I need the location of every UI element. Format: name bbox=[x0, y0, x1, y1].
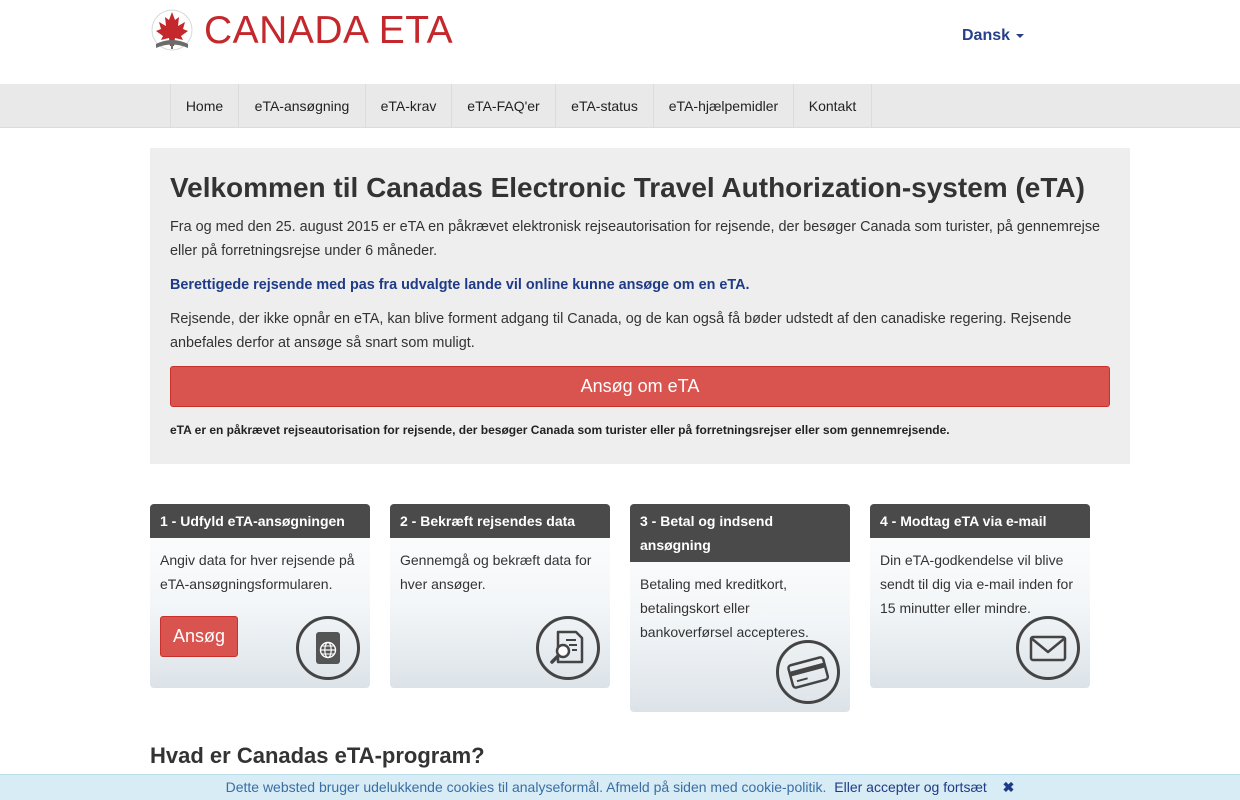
step-title: 3 - Betal og indsend ansøgning bbox=[630, 504, 850, 562]
step-card-3: 3 - Betal og indsend ansøgning Betaling … bbox=[630, 504, 850, 712]
step-title: 1 - Udfyld eTA-ansøgningen bbox=[150, 504, 370, 538]
eligibility-highlight: Berettigede rejsende med pas fra udvalgt… bbox=[170, 277, 750, 294]
step-card-2: 2 - Bekræft rejsendes data Gennemgå og b… bbox=[390, 504, 610, 688]
language-dropdown[interactable]: Dansk bbox=[962, 27, 1025, 45]
credit-card-icon bbox=[776, 640, 840, 704]
chevron-down-icon bbox=[1016, 34, 1025, 38]
language-label: Dansk bbox=[962, 27, 1011, 44]
cookie-text[interactable]: Dette websted bruger udelukkende cookies… bbox=[226, 779, 827, 795]
step-text: Gennemgå og bekræft data for hver ansøge… bbox=[400, 552, 592, 592]
site-logo[interactable]: CANADA ETA bbox=[150, 8, 453, 52]
main-nav: Home eTA-ansøgning eTA-krav eTA-FAQ'er e… bbox=[0, 84, 1240, 128]
envelope-icon bbox=[1016, 616, 1080, 680]
site-header: CANADA ETA Dansk bbox=[0, 0, 1240, 84]
nav-item-eta-help[interactable]: eTA-hjælpemidler bbox=[654, 84, 794, 128]
step-title: 4 - Modtag eTA via e-mail bbox=[870, 504, 1090, 538]
section-heading: Hvad er Canadas eTA-program? bbox=[150, 743, 485, 768]
document-search-icon bbox=[536, 616, 600, 680]
step-title: 2 - Bekræft rejsendes data bbox=[390, 504, 610, 538]
nav-item-eta-requirements[interactable]: eTA-krav bbox=[366, 84, 452, 128]
apply-button[interactable]: Ansøg bbox=[160, 616, 238, 657]
step-text: Angiv data for hver rejsende på eTA-ansø… bbox=[160, 552, 355, 592]
welcome-panel: Velkommen til Canadas Electronic Travel … bbox=[150, 148, 1130, 464]
nav-item-eta-status[interactable]: eTA-status bbox=[556, 84, 654, 128]
step-card-1: 1 - Udfyld eTA-ansøgningen Angiv data fo… bbox=[150, 504, 370, 688]
eta-note: eTA er en påkrævet rejseautorisation for… bbox=[170, 423, 950, 438]
nav-item-eta-application[interactable]: eTA-ansøgning bbox=[239, 84, 366, 128]
intro-paragraph: Fra og med den 25. august 2015 er eTA en… bbox=[170, 219, 1101, 260]
nav-item-contact[interactable]: Kontakt bbox=[794, 84, 872, 128]
cookie-accept-link[interactable]: Eller accepter og fortsæt bbox=[834, 779, 987, 795]
apply-eta-button[interactable]: Ansøg om eTA bbox=[170, 366, 1110, 408]
nav-item-eta-faq[interactable]: eTA-FAQ'er bbox=[452, 84, 556, 128]
close-icon[interactable]: ✖ bbox=[1003, 779, 1015, 795]
nav-item-home[interactable]: Home bbox=[171, 84, 239, 128]
cookie-banner: Dette websted bruger udelukkende cookies… bbox=[0, 774, 1240, 800]
logo-text: CANADA ETA bbox=[204, 8, 454, 52]
page-title: Velkommen til Canadas Electronic Travel … bbox=[170, 172, 1085, 203]
passport-icon bbox=[296, 616, 360, 680]
maple-leaf-logo-icon bbox=[151, 9, 193, 51]
warning-paragraph: Rejsende, der ikke opnår en eTA, kan bli… bbox=[170, 311, 1072, 352]
step-card-4: 4 - Modtag eTA via e-mail Din eTA-godken… bbox=[870, 504, 1090, 688]
